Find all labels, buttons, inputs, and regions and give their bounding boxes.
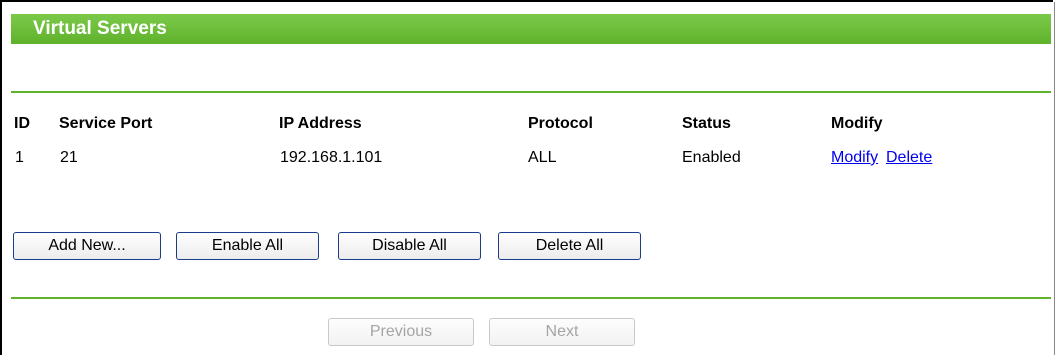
enable-all-button[interactable]: Enable All	[176, 232, 319, 260]
cell-service-port: 21	[60, 149, 78, 166]
modify-link[interactable]: Modify	[831, 149, 878, 167]
next-button[interactable]: Next	[489, 318, 635, 346]
column-header-ip-address: IP Address	[279, 115, 362, 132]
page-frame	[0, 0, 1055, 355]
column-header-modify: Modify	[831, 115, 883, 132]
previous-button[interactable]: Previous	[328, 318, 474, 346]
header-divider	[11, 91, 1051, 93]
add-new-button[interactable]: Add New...	[13, 232, 161, 260]
column-header-id: ID	[14, 115, 30, 132]
cell-status: Enabled	[682, 149, 741, 166]
page-title: Virtual Servers	[33, 18, 167, 39]
column-header-protocol: Protocol	[528, 115, 593, 132]
column-header-service-port: Service Port	[59, 115, 153, 132]
footer-divider	[11, 297, 1051, 299]
cell-ip-address: 192.168.1.101	[280, 149, 383, 166]
delete-link[interactable]: Delete	[886, 149, 932, 167]
delete-all-button[interactable]: Delete All	[498, 232, 641, 260]
cell-protocol: ALL	[528, 149, 557, 166]
column-header-status: Status	[682, 115, 731, 132]
cell-id: 1	[15, 149, 24, 166]
disable-all-button[interactable]: Disable All	[338, 232, 481, 260]
title-bar: Virtual Servers	[11, 14, 1051, 44]
